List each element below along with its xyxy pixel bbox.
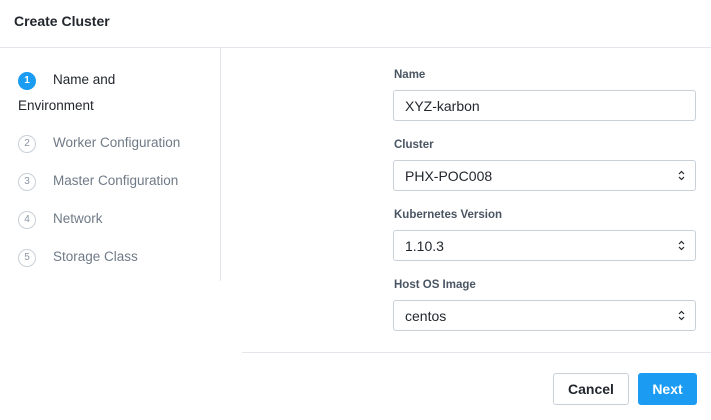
cluster-select[interactable]: PHX-POC008 xyxy=(393,160,696,191)
create-cluster-dialog: Create Cluster 1 Name and Environment 2 W… xyxy=(0,0,711,420)
host-os-image-select[interactable]: centos xyxy=(393,300,696,331)
up-down-chevron-icon xyxy=(678,170,685,181)
step-number-badge: 3 xyxy=(18,173,36,191)
name-field-label: Name xyxy=(394,69,426,81)
cancel-button[interactable]: Cancel xyxy=(553,373,629,405)
dialog-header: Create Cluster xyxy=(0,0,711,48)
kubernetes-version-field-label: Kubernetes Version xyxy=(394,209,503,221)
step-number-badge: 5 xyxy=(18,249,36,267)
step-number-badge: 4 xyxy=(18,211,36,229)
up-down-chevron-icon xyxy=(678,240,685,251)
next-button[interactable]: Next xyxy=(638,373,697,405)
step-label: Storage Class xyxy=(53,249,138,264)
step-label-line2: Environment xyxy=(18,98,94,113)
step-name-and-environment[interactable]: 1 Name and Environment xyxy=(0,70,221,113)
cluster-select-value: PHX-POC008 xyxy=(405,168,493,184)
step-label: Network xyxy=(53,211,103,226)
footer-divider xyxy=(242,352,711,353)
dialog-title: Create Cluster xyxy=(14,13,110,29)
step-number-badge: 2 xyxy=(18,135,36,153)
host-os-image-field-label: Host OS Image xyxy=(394,279,476,291)
host-os-image-select-value: centos xyxy=(405,308,447,324)
name-input[interactable] xyxy=(393,90,696,121)
step-network[interactable]: 4 Network xyxy=(0,209,221,233)
step-master-configuration[interactable]: 3 Master Configuration xyxy=(0,171,221,195)
step-label: Name and Environment xyxy=(18,67,148,119)
up-down-chevron-icon xyxy=(678,310,685,321)
step-number-badge: 1 xyxy=(18,72,36,90)
kubernetes-version-select-value: 1.10.3 xyxy=(405,238,444,254)
cluster-field-label: Cluster xyxy=(394,139,434,151)
wizard-steps-sidebar: 1 Name and Environment 2 Worker Configura… xyxy=(0,48,221,281)
step-storage-class[interactable]: 5 Storage Class xyxy=(0,247,221,271)
step-label: Master Configuration xyxy=(53,173,179,188)
step-label: Worker Configuration xyxy=(53,135,181,150)
step-worker-configuration[interactable]: 2 Worker Configuration xyxy=(0,133,221,157)
step-label-line1: Name and xyxy=(53,72,116,87)
kubernetes-version-select[interactable]: 1.10.3 xyxy=(393,230,696,261)
